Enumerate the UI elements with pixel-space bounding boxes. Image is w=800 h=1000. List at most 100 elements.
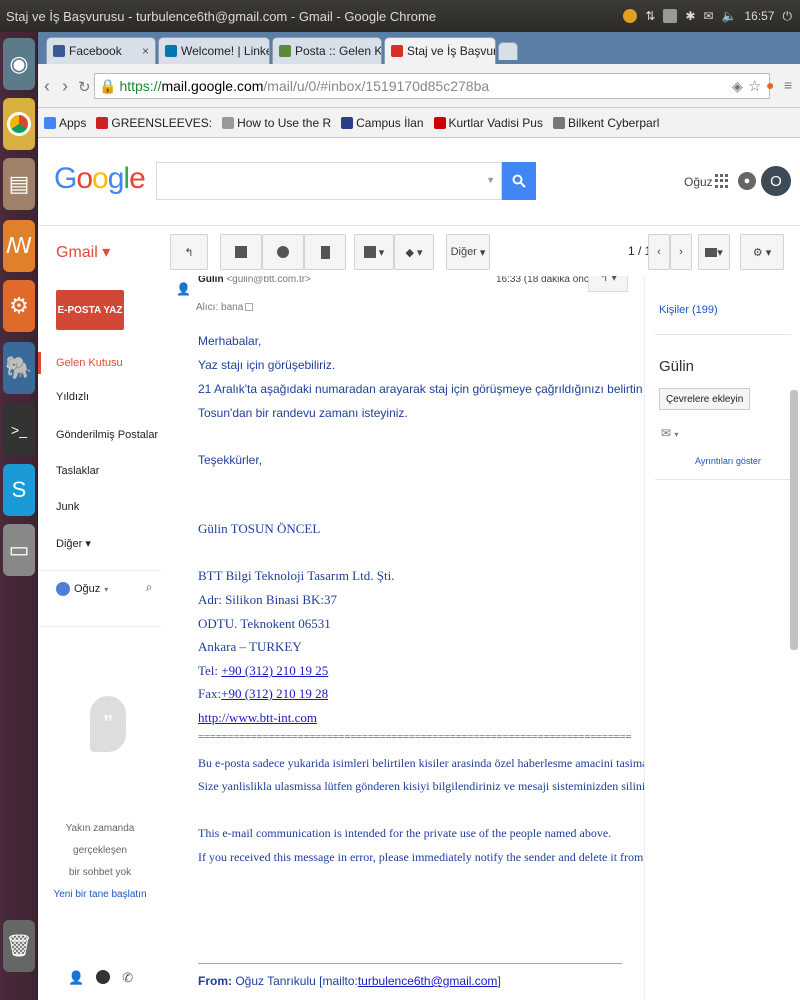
settings-icon[interactable]: ⚙ [3, 280, 35, 332]
show-details-link[interactable]: Ayrıntıları göster [695, 456, 761, 466]
sound-icon[interactable]: 🔈 [722, 9, 737, 23]
archive-button[interactable] [220, 234, 262, 270]
trash-icon[interactable]: 🗑 [3, 920, 35, 972]
lock-icon: 🔒 [99, 77, 117, 94]
tab-gmail[interactable]: Staj ve İş Başvurusu × [384, 37, 496, 64]
details-toggle-icon[interactable] [245, 303, 254, 312]
web-link[interactable]: http://www.btt-int.com [198, 710, 317, 725]
chrome-icon[interactable] [3, 98, 35, 150]
nav-drafts[interactable]: Taslaklar [38, 460, 162, 482]
extension-icon[interactable]: ◈ [732, 78, 743, 95]
labels-button[interactable]: ◆ ▾ [394, 234, 434, 270]
tab-facebook[interactable]: Facebook × [46, 37, 156, 64]
bookmark-campus[interactable]: Campus İlan [341, 116, 424, 130]
menu-icon[interactable]: ≡ [784, 77, 792, 93]
mail-toolbar: Gmail ▾ ↰ ▾ ◆ ▾ Diğer ▾ 1 / 1 ‹ › ▾ ⚙ ▾ [38, 226, 800, 276]
start-chat-link[interactable]: Yeni bir tane başlatın [38, 884, 162, 906]
url-scheme: https:// [119, 78, 162, 94]
signature-address: Ankara – TURKEY [198, 639, 302, 654]
tab-linkedin[interactable]: Welcome! | LinkedIn × [158, 37, 270, 64]
older-button[interactable]: › [670, 234, 692, 270]
more-button[interactable]: Diğer ▾ [446, 234, 490, 270]
postgres-icon[interactable]: 🐘 [3, 342, 35, 394]
newer-button[interactable]: ‹ [648, 234, 670, 270]
from-email-link[interactable]: turbulence6th@gmail.com [358, 974, 498, 988]
apps-grid-icon[interactable] [715, 174, 729, 188]
files-icon[interactable]: ▤ [3, 158, 35, 210]
tel-link[interactable]: +90 (312) 210 19 25 [221, 663, 328, 678]
hangouts-user[interactable]: Oğuz ▾ [56, 582, 108, 596]
nav-inbox[interactable]: Gelen Kutusu [38, 352, 162, 374]
fax-link[interactable]: +90 (312) 210 19 28 [221, 686, 328, 701]
spam-button[interactable] [262, 234, 304, 270]
compose-button[interactable]: E-POSTA YAZ [56, 290, 124, 330]
url-path: /mail/u/0/#inbox/1519170d85c278ba [263, 78, 490, 94]
new-tab-button[interactable] [498, 42, 518, 60]
spam-icon [277, 246, 289, 258]
separator-line: ========================================… [198, 731, 632, 743]
skype-icon[interactable]: S [3, 464, 35, 516]
account-avatar[interactable]: O [761, 166, 791, 196]
forward-icon[interactable]: › [62, 76, 68, 97]
chrome-tray-icon[interactable] [623, 9, 638, 23]
bookmark-apps[interactable]: Apps [44, 116, 86, 130]
reload-icon[interactable]: ↻ [78, 78, 91, 96]
add-to-circles-button[interactable]: Çevrelere ekleyin [659, 388, 751, 410]
message-sender: Gülin <gulin@btt.com.tr> [198, 276, 311, 285]
person-icon[interactable]: 👤 [68, 970, 84, 986]
tab-posta[interactable]: Posta :: Gelen Kutusu × [272, 37, 382, 64]
bookmark-kurtlar[interactable]: Kurtlar Vadisi Pus [433, 116, 543, 130]
action-group [220, 234, 346, 270]
facebook-icon [53, 45, 65, 57]
greeting: Merhabalar, [198, 334, 262, 348]
mail-tray-icon[interactable]: ✉ [703, 9, 713, 23]
mail-search-input[interactable]: ▼ [156, 162, 502, 200]
terminal-icon[interactable]: >_ [3, 404, 35, 456]
chevron-left-icon: ‹ [657, 246, 661, 258]
phone-icon[interactable]: ✆ [122, 970, 133, 986]
bookmark-bilkent[interactable]: Bilkent Cyberparl [552, 116, 659, 130]
bookmark-icon [552, 116, 565, 129]
nav-junk[interactable]: Junk [38, 496, 162, 518]
keyboard-icon[interactable] [663, 9, 678, 23]
reply-button[interactable]: ↰ ▾ [588, 276, 628, 292]
extension-orange-icon[interactable]: ● [766, 77, 774, 93]
url-input[interactable]: 🔒 https:// mail.google.com /mail/u/0/#in… [94, 73, 770, 99]
google-logo[interactable]: Google [54, 162, 146, 196]
contact-mail-icon[interactable]: ✉ ▾ [661, 426, 678, 440]
drive-icon[interactable]: ▭ [3, 524, 35, 576]
ubuntu-dash-icon[interactable]: ◉ [3, 38, 35, 90]
back-to-inbox-button[interactable]: ↰ [170, 234, 208, 270]
search-options-icon[interactable]: ▼ [486, 175, 495, 185]
user-name[interactable]: Oğuz [684, 175, 713, 189]
power-icon[interactable]: ⏻ [783, 9, 793, 24]
contacts-link[interactable]: Kişiler (199) [659, 304, 718, 316]
hangouts-search-icon[interactable]: ⌕ [140, 580, 158, 598]
message-recipient[interactable]: Alıcı: bana [196, 302, 254, 313]
search-button[interactable] [502, 162, 536, 200]
back-icon[interactable]: ‹ [44, 76, 50, 97]
page-scrollbar[interactable] [790, 390, 798, 650]
star-icon[interactable]: ☆ [748, 77, 761, 95]
network-icon[interactable]: ⇅ [645, 9, 655, 23]
input-tools-button[interactable]: ▾ [698, 234, 730, 270]
divider [38, 626, 162, 627]
delete-button[interactable] [304, 234, 346, 270]
nav-sent[interactable]: Gönderilmiş Postalar [38, 424, 162, 446]
gmail-menu[interactable]: Gmail ▾ [56, 242, 110, 262]
clock[interactable]: 16:57 [744, 9, 774, 23]
hangouts-bubble-icon: ” [90, 696, 126, 752]
nav-more[interactable]: Diğer ▾ [38, 532, 162, 554]
move-to-button[interactable]: ▾ [354, 234, 394, 270]
sender-name[interactable]: Gülin [198, 276, 224, 285]
signature-name: Gülin TOSUN ÖNCEL [198, 521, 321, 536]
bookmark-greensleeves[interactable]: GREENSLEEVES: [96, 116, 212, 130]
notifications-icon[interactable]: ● [738, 172, 756, 190]
sublime-icon[interactable]: ꟿ [3, 220, 35, 272]
hangouts-icon[interactable] [96, 970, 111, 984]
close-icon[interactable]: × [138, 44, 149, 58]
nav-starred[interactable]: Yıldızlı [38, 386, 162, 408]
settings-button[interactable]: ⚙ ▾ [740, 234, 784, 270]
bluetooth-icon[interactable]: ✱ [685, 9, 695, 23]
bookmark-howto[interactable]: How to Use the R [222, 116, 331, 130]
